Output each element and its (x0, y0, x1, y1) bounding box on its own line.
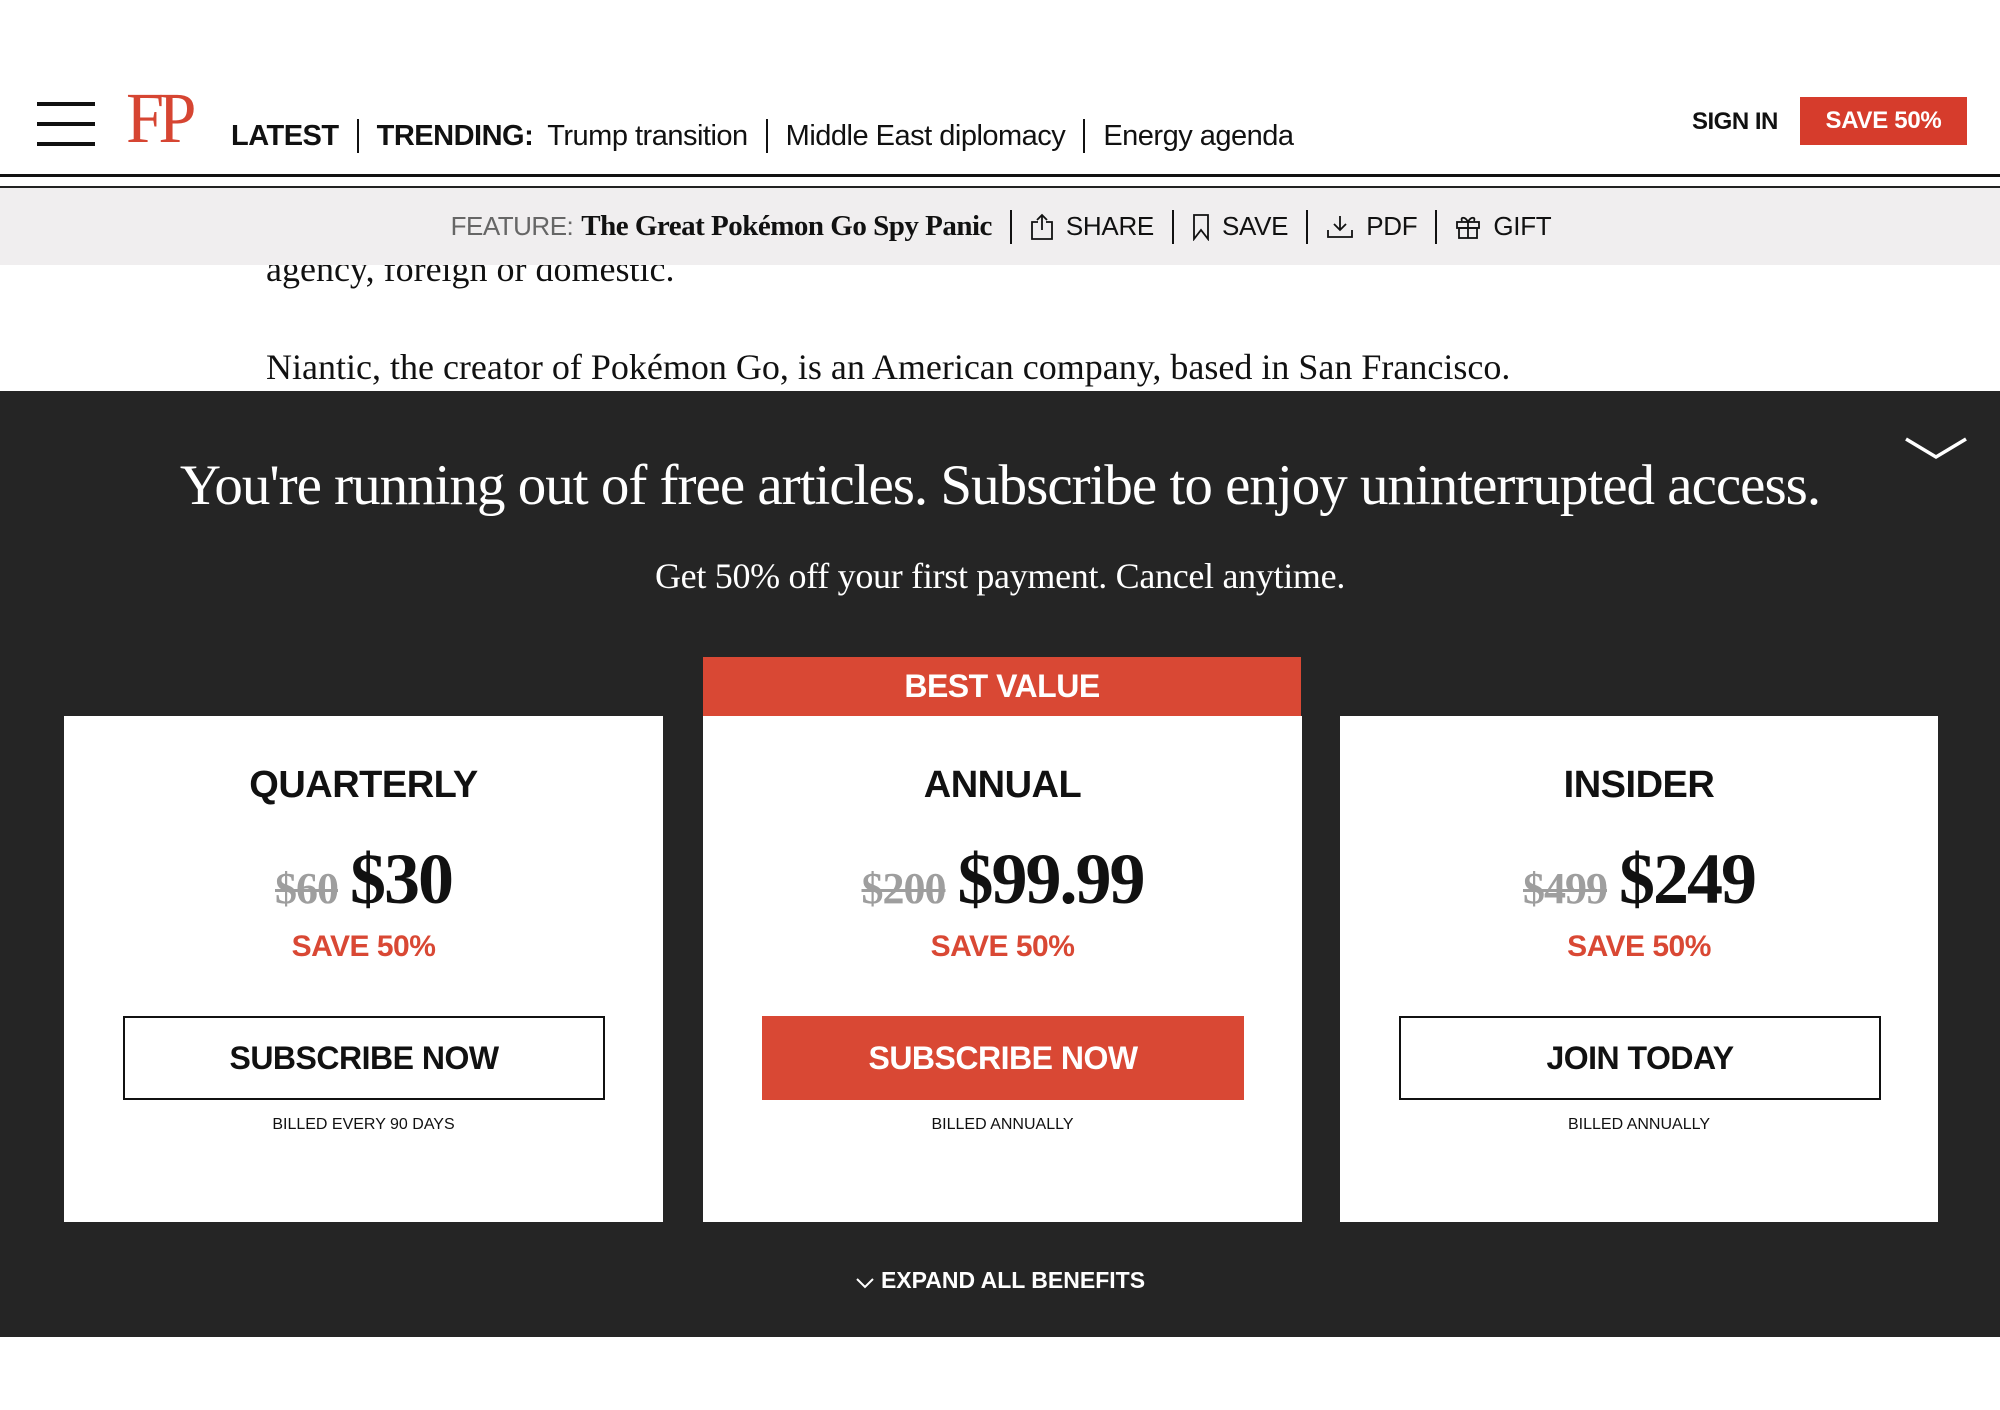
gift-label: GIFT (1493, 211, 1552, 241)
save-label: SAVE (1221, 211, 1289, 241)
download-icon (1327, 215, 1354, 238)
join-insider-button[interactable]: JOIN TODAY (1399, 1016, 1881, 1100)
pdf-label: PDF (1366, 211, 1418, 241)
plan-name: QUARTERLY (249, 764, 478, 806)
pdf-button[interactable]: PDF (1326, 211, 1418, 242)
article-paragraph: Niantic, the creator of Pokémon Go, is a… (266, 347, 1511, 387)
subscribe-quarterly-button[interactable]: SUBSCRIBE NOW (123, 1016, 605, 1100)
menu-hamburger-icon[interactable] (37, 102, 95, 146)
feature-toolbar: FEATURE: The Great Pokémon Go Spy Panic … (0, 188, 2000, 265)
subscribe-annual-button[interactable]: SUBSCRIBE NOW (762, 1016, 1244, 1100)
hamburger-bar (37, 122, 95, 126)
feature-title-link[interactable]: The Great Pokémon Go Spy Panic (581, 210, 992, 243)
best-value-badge: BEST VALUE (703, 657, 1301, 716)
billing-note: BILLED ANNUALLY (1568, 1116, 1710, 1133)
share-button[interactable]: SHARE (1030, 211, 1154, 242)
nav-divider (765, 119, 768, 153)
billing-note: BILLED EVERY 90 DAYS (272, 1116, 455, 1133)
trending-link[interactable]: Energy agenda (1103, 120, 1294, 153)
site-header: FP LATEST TRENDING: Trump transition Mid… (0, 0, 2000, 189)
toolbar-divider (1171, 209, 1174, 244)
trending-link[interactable]: Trump transition (547, 120, 748, 153)
top-nav: LATEST TRENDING: Trump transition Middle… (231, 112, 1294, 160)
price-row: $60 $30 (64, 838, 663, 921)
toolbar-divider (1435, 209, 1438, 244)
header-divider (0, 174, 2000, 177)
savings-label: SAVE 50% (1567, 930, 1711, 963)
bookmark-icon (1193, 213, 1209, 241)
gift-button[interactable]: GIFT (1455, 211, 1552, 242)
save-50-button[interactable]: SAVE 50% (1800, 97, 1967, 145)
share-icon (1030, 213, 1053, 240)
plan-card-insider: INSIDER $499 $249 SAVE 50% JOIN TODAY BI… (1340, 716, 1938, 1222)
nav-divider (356, 119, 359, 153)
expand-benefits-button[interactable]: EXPAND ALL BENEFITS (0, 1267, 2000, 1294)
price-row: $499 $249 (1340, 838, 1938, 921)
original-price: $499 (1523, 864, 1608, 913)
paywall-headline: You're running out of free articles. Sub… (179, 454, 1821, 517)
trending-label: TRENDING: (376, 119, 534, 152)
trending-link[interactable]: Middle East diplomacy (786, 120, 1066, 153)
fp-logo[interactable]: FP (126, 82, 196, 154)
original-price: $200 (861, 864, 947, 913)
subscription-paywall: You're running out of free articles. Sub… (0, 391, 2000, 1337)
toolbar-divider (1009, 209, 1012, 244)
chevron-down-icon (856, 1277, 874, 1288)
plan-card-annual: ANNUAL $200 $99.99 SAVE 50% SUBSCRIBE NO… (703, 716, 1302, 1222)
discounted-price: $99.99 (957, 839, 1146, 919)
plan-name: ANNUAL (923, 764, 1082, 806)
nav-divider (1083, 119, 1086, 153)
share-label: SHARE (1065, 211, 1154, 241)
price-row: $200 $99.99 (703, 838, 1302, 921)
discounted-price: $249 (1619, 839, 1757, 919)
gift-icon (1456, 216, 1481, 239)
feature-label: FEATURE: (450, 211, 574, 241)
hamburger-bar (37, 102, 95, 106)
sign-in-link[interactable]: SIGN IN (1692, 108, 1778, 136)
toolbar-divider (1306, 209, 1309, 244)
savings-label: SAVE 50% (930, 930, 1075, 963)
billing-note: BILLED ANNUALLY (931, 1116, 1074, 1133)
original-price: $60 (275, 864, 339, 913)
save-article-button[interactable]: SAVE (1192, 211, 1289, 242)
hamburger-bar (37, 142, 95, 146)
discounted-price: $30 (350, 839, 454, 919)
nav-latest-link[interactable]: LATEST (231, 120, 339, 153)
plan-name: INSIDER (1563, 764, 1715, 806)
paywall-subhead: Get 50% off your first payment. Cancel a… (654, 556, 1346, 596)
plan-card-quarterly: QUARTERLY $60 $30 SAVE 50% SUBSCRIBE NOW… (64, 716, 663, 1222)
savings-label: SAVE 50% (291, 930, 436, 963)
expand-benefits-label: EXPAND ALL BENEFITS (880, 1267, 1146, 1293)
